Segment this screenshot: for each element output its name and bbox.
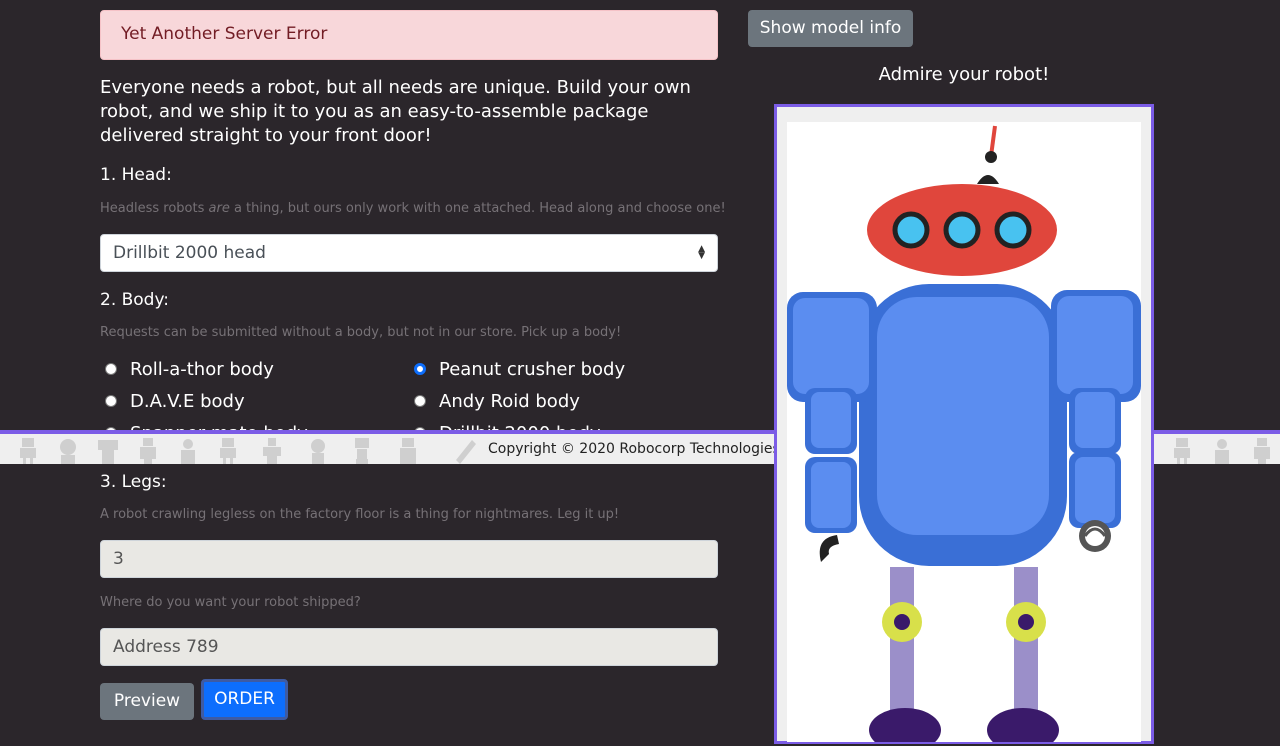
radio-button-checked[interactable] bbox=[414, 363, 426, 375]
radio-button[interactable] bbox=[105, 363, 117, 375]
head-select-value: Drillbit 2000 head bbox=[113, 243, 266, 263]
robot-eye bbox=[994, 211, 1032, 249]
body-option-label: Andy Roid body bbox=[439, 391, 580, 412]
order-button[interactable]: ORDER bbox=[201, 679, 288, 720]
copyright-text: Copyright © 2020 Robocorp Technologies, … bbox=[488, 441, 793, 457]
legs-hint: A robot crawling legless on the factory … bbox=[100, 507, 620, 522]
robot-eye bbox=[892, 211, 930, 249]
address-hint: Where do you want your robot shipped? bbox=[100, 595, 361, 610]
legs-input[interactable]: 3 bbox=[100, 540, 718, 578]
radio-button[interactable] bbox=[414, 395, 426, 407]
body-hint: Requests can be submitted without a body… bbox=[100, 325, 622, 340]
robot-preview-frame bbox=[774, 104, 1154, 746]
intro-text: Everyone needs a robot, but all needs ar… bbox=[100, 77, 691, 146]
preview-button[interactable]: Preview bbox=[100, 683, 194, 720]
robot-left-claw bbox=[819, 535, 839, 562]
robot-image bbox=[787, 125, 1141, 746]
legs-label: 3. Legs: bbox=[100, 472, 167, 492]
show-model-info-button[interactable]: Show model info bbox=[748, 10, 913, 47]
head-hint: Headless robots are a thing, but ours on… bbox=[100, 201, 726, 216]
head-hint-emphasis: are bbox=[208, 201, 230, 216]
alert-text: Yet Another Server Error bbox=[121, 24, 328, 44]
body-option-label: Roll-a-thor body bbox=[130, 359, 274, 380]
preview-title: Admire your robot! bbox=[878, 64, 1050, 85]
robot-foot bbox=[869, 708, 941, 746]
robot-foot bbox=[987, 708, 1059, 746]
robot-eye bbox=[943, 211, 981, 249]
radio-button[interactable] bbox=[105, 395, 117, 407]
server-error-alert: Yet Another Server Error bbox=[100, 10, 718, 60]
legs-input-value: 3 bbox=[113, 549, 124, 569]
antenna-base bbox=[977, 175, 999, 184]
antenna-tip bbox=[985, 151, 997, 163]
address-input-value: Address 789 bbox=[113, 637, 219, 657]
head-select[interactable]: Drillbit 2000 head ▲ ▼ bbox=[100, 234, 718, 272]
select-arrows-icon: ▲ ▼ bbox=[698, 244, 705, 261]
robot-torso-panel bbox=[877, 297, 1049, 535]
robot-preview-canvas bbox=[787, 122, 1141, 746]
address-input[interactable]: Address 789 bbox=[100, 628, 718, 666]
body-option-label: D.A.V.E body bbox=[130, 391, 245, 412]
body-label: 2. Body: bbox=[100, 290, 170, 310]
head-hint-prefix: Headless robots bbox=[100, 201, 209, 216]
head-label: 1. Head: bbox=[100, 165, 172, 185]
head-hint-suffix: a thing, but ours only work with one att… bbox=[229, 201, 726, 216]
body-option-label: Peanut crusher body bbox=[439, 359, 626, 380]
